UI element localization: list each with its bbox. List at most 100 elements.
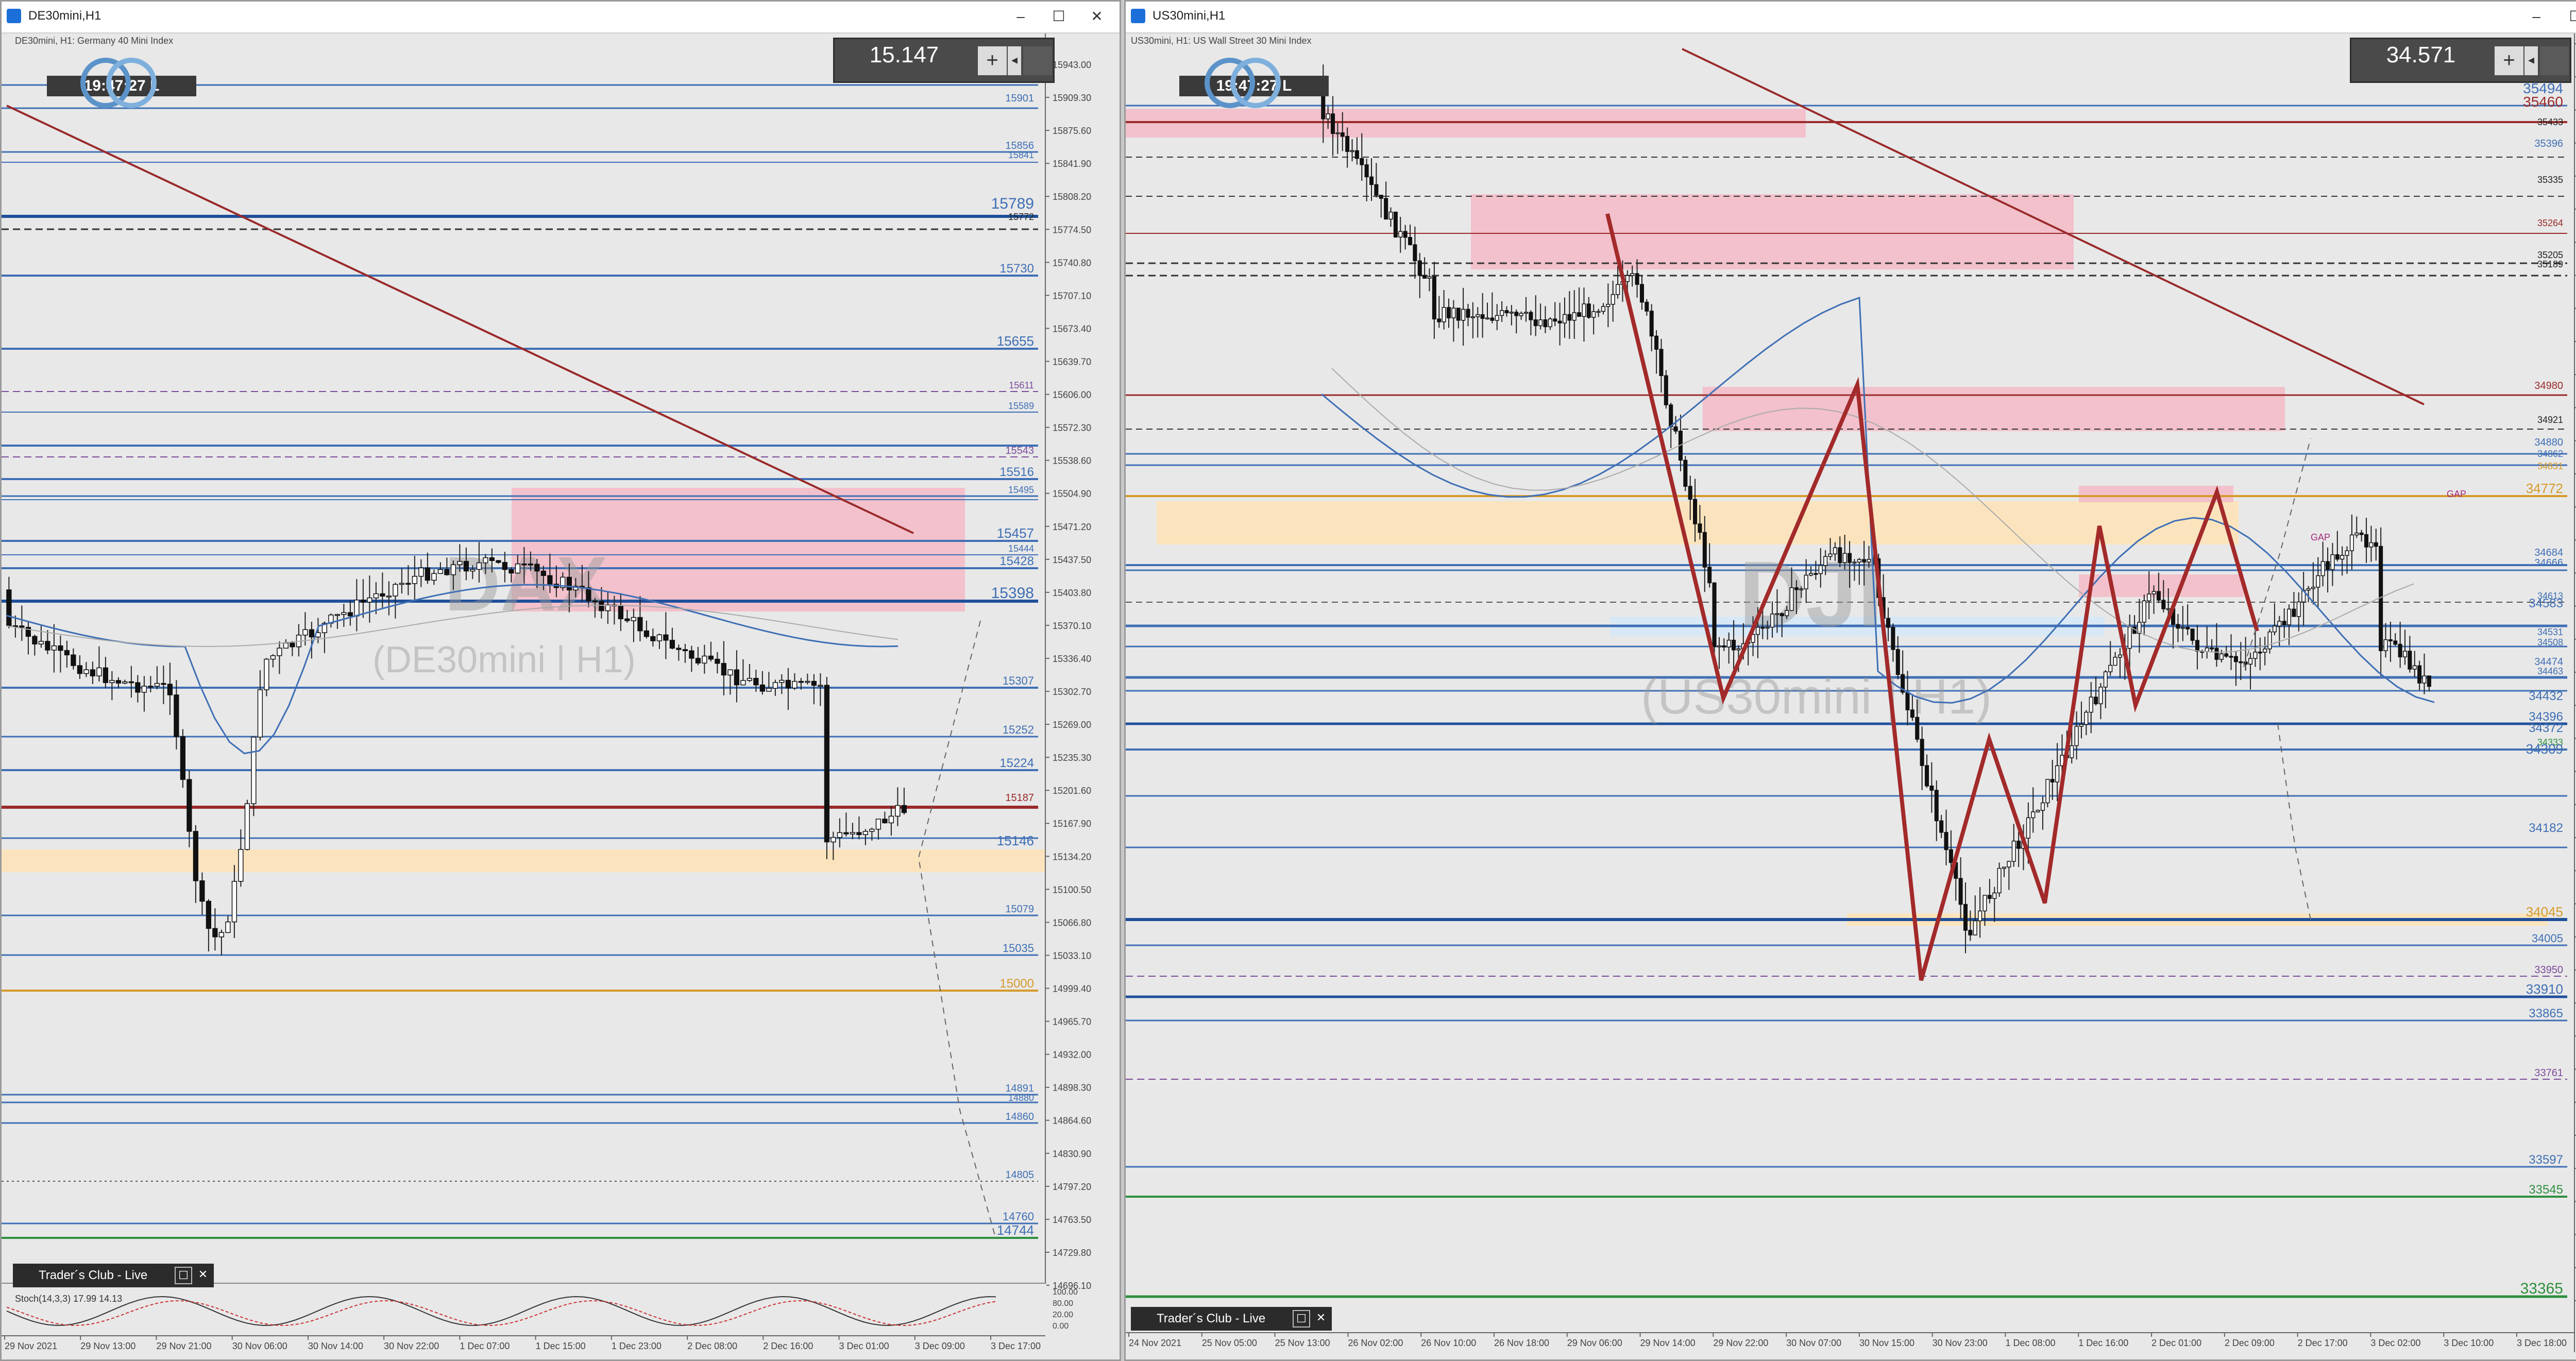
left-candle-body bbox=[772, 682, 778, 689]
left-candle-body bbox=[689, 650, 694, 659]
left-candle-body bbox=[875, 819, 881, 830]
left-candle-body bbox=[792, 680, 798, 689]
left-candle-body bbox=[798, 680, 804, 683]
right-level-label: 34772 bbox=[2526, 481, 2563, 496]
left-candle-body bbox=[766, 688, 772, 692]
left-level-label: 15428 bbox=[999, 554, 1034, 568]
chart-window-icon bbox=[1131, 9, 1145, 23]
left-chart-svg[interactable]: 1590115856158411578915772157301565515611… bbox=[2, 33, 1120, 1359]
left-level-label: 15789 bbox=[991, 195, 1034, 212]
left-candle-body bbox=[734, 669, 739, 686]
right-candle-body bbox=[1693, 499, 1698, 524]
right-candle-body bbox=[1722, 645, 1726, 648]
close-icon[interactable]: ✕ bbox=[1312, 1310, 1330, 1328]
left-candle-body bbox=[727, 669, 733, 676]
right-chart-area[interactable]: 35494 35460 35433 35396 35335 35264 35205 35189… bbox=[1126, 33, 2576, 1359]
right-candle-body bbox=[1374, 184, 1379, 196]
right-candle-body bbox=[2417, 665, 2422, 684]
left-stoch-scale-label: 20.00 bbox=[1053, 1311, 1073, 1319]
left-toggle[interactable] bbox=[1023, 46, 1052, 75]
left-level-label: 15841 bbox=[1008, 150, 1034, 160]
right-zone bbox=[2079, 486, 2233, 502]
right-panel-tab-label: Trader´s Club - Live bbox=[1157, 1312, 1266, 1325]
right-candle-body bbox=[1413, 244, 1417, 262]
left-candle-body bbox=[128, 681, 134, 684]
right-candle-body bbox=[1842, 553, 1847, 563]
left-price-tick-label: 15403.80 bbox=[1053, 588, 1091, 598]
plus-icon[interactable]: + bbox=[2495, 46, 2523, 75]
right-toggle[interactable] bbox=[2540, 46, 2569, 75]
right-time-label: 30 Nov 07:00 bbox=[1786, 1338, 1841, 1348]
right-time-label: 2 Dec 09:00 bbox=[2225, 1338, 2275, 1348]
right-level-label: 34309 bbox=[2526, 741, 2563, 757]
right-titlebar[interactable]: US30mini,H1 – ☐ ✕ bbox=[1126, 2, 2576, 33]
right-candle-body bbox=[2040, 802, 2045, 811]
left-candle-body bbox=[96, 667, 102, 676]
right-level-label: 35189 bbox=[2537, 259, 2563, 269]
maximize-icon[interactable]: ☐ bbox=[1044, 6, 1073, 27]
left-candle-body bbox=[167, 684, 173, 695]
left-level-label: 15495 bbox=[1008, 485, 1034, 495]
right-level-label: 34583 bbox=[2529, 597, 2563, 610]
left-panel-tab[interactable]: Trader´s Club - Live ☐ ✕ bbox=[13, 1264, 214, 1287]
left-candle-body bbox=[502, 562, 507, 570]
right-candle-body bbox=[2079, 724, 2084, 727]
right-candle-body bbox=[1948, 849, 1953, 863]
arrow-left-icon[interactable]: ◂ bbox=[1008, 46, 1021, 75]
right-candle-body bbox=[2098, 687, 2103, 704]
left-price-tick-label: 15538.60 bbox=[1053, 456, 1091, 466]
left-candle-body bbox=[547, 575, 553, 585]
left-candle-body bbox=[779, 679, 785, 683]
left-window-title: DE30mini,H1 bbox=[28, 9, 101, 23]
right-candle-body bbox=[1393, 211, 1398, 237]
right-candle-body bbox=[1514, 312, 1519, 316]
right-logo-icon bbox=[1205, 58, 1281, 108]
right-candle-body bbox=[2084, 711, 2089, 725]
right-candle-body bbox=[1654, 335, 1659, 350]
left-level-label: 15444 bbox=[1008, 543, 1034, 554]
left-candle-body bbox=[109, 680, 115, 683]
right-candle-body bbox=[2388, 639, 2393, 641]
right-candle-body bbox=[1470, 316, 1475, 318]
right-candle-body bbox=[1683, 460, 1688, 487]
right-candle-body bbox=[1403, 231, 1408, 238]
right-candle-body bbox=[2074, 726, 2079, 746]
arrow-left-icon[interactable]: ◂ bbox=[2524, 46, 2538, 75]
minimize-icon[interactable]: – bbox=[2522, 6, 2551, 27]
left-candle-body bbox=[347, 612, 353, 617]
minimize-icon[interactable]: – bbox=[1006, 6, 1035, 27]
left-candle-body bbox=[862, 831, 868, 835]
right-candle-body bbox=[1717, 645, 1721, 648]
left-time-label: 29 Nov 21:00 bbox=[156, 1341, 211, 1351]
right-candle-body bbox=[2239, 661, 2243, 664]
right-candle-body bbox=[2422, 675, 2427, 684]
plus-icon[interactable]: + bbox=[978, 46, 1007, 75]
right-candle-body bbox=[2349, 534, 2354, 551]
maximize-icon[interactable]: ☐ bbox=[1293, 1310, 1310, 1328]
right-candle-body bbox=[1726, 639, 1731, 648]
right-candle-body bbox=[1775, 613, 1780, 615]
right-panel-tab[interactable]: Trader´s Club - Live ☐ ✕ bbox=[1131, 1307, 1332, 1331]
right-candle-body bbox=[2089, 696, 2093, 713]
left-candle-body bbox=[244, 803, 250, 850]
maximize-icon[interactable]: ☐ bbox=[2561, 6, 2576, 27]
left-candle-body bbox=[180, 736, 185, 780]
right-candle-body bbox=[2292, 608, 2296, 617]
right-candle-body bbox=[1606, 303, 1611, 307]
right-candle-body bbox=[2007, 861, 2011, 867]
left-candle-body bbox=[367, 597, 372, 603]
maximize-icon[interactable]: ☐ bbox=[175, 1267, 192, 1284]
close-icon[interactable]: ✕ bbox=[1082, 6, 1111, 27]
close-icon[interactable]: ✕ bbox=[194, 1267, 212, 1284]
right-candle-body bbox=[2340, 555, 2345, 560]
right-zone bbox=[1471, 194, 2074, 269]
right-candle-body bbox=[1987, 895, 1992, 899]
right-chart-svg[interactable]: 3549435460354333539635335352643520535189… bbox=[1126, 33, 2576, 1359]
left-chart-area[interactable]: 15901 15856 15841 15789 15772 15730 15655 15611… bbox=[2, 33, 1120, 1359]
right-candle-body bbox=[1360, 158, 1364, 165]
left-candle-body bbox=[231, 881, 237, 923]
left-candle-body bbox=[759, 684, 765, 692]
right-candle-body bbox=[2369, 542, 2374, 548]
left-time-label: 1 Dec 23:00 bbox=[612, 1341, 662, 1351]
left-titlebar[interactable]: DE30mini,H1 – ☐ ✕ bbox=[2, 2, 1120, 33]
